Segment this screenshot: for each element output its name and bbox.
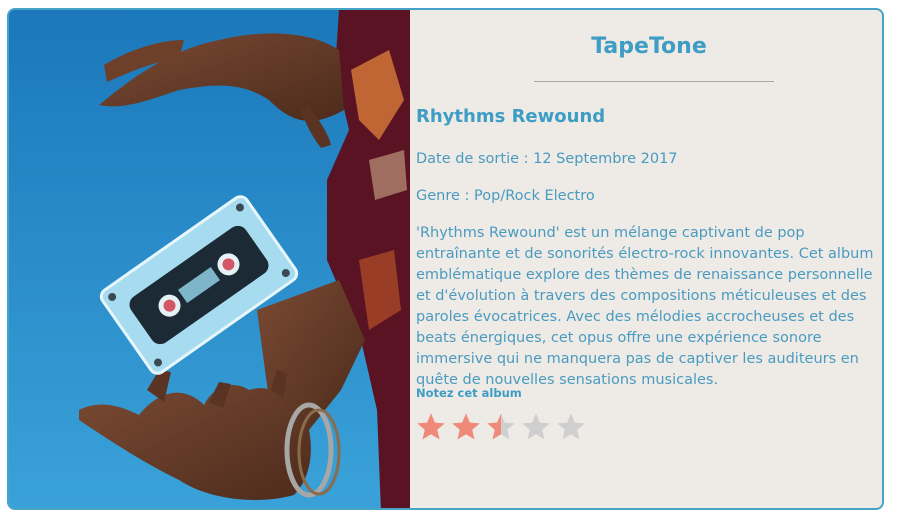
cassette-hands-image xyxy=(9,10,410,508)
title-divider xyxy=(534,81,774,82)
star-rating[interactable] xyxy=(416,412,586,442)
star-icon[interactable] xyxy=(556,412,586,442)
album-photo xyxy=(9,10,410,508)
brand-title: TapeTone xyxy=(591,34,707,59)
album-description: 'Rhythms Rewound' est un mélange captiva… xyxy=(416,225,874,388)
genre: Genre : Pop/Rock Electro xyxy=(416,188,595,204)
star-icon[interactable] xyxy=(486,412,516,442)
star-icon[interactable] xyxy=(451,412,481,442)
album-info: TapeTone Rhythms Rewound Date de sortie … xyxy=(416,10,882,508)
star-icon[interactable] xyxy=(416,412,446,442)
release-date: Date de sortie : 12 Septembre 2017 xyxy=(416,151,678,167)
star-icon[interactable] xyxy=(521,412,551,442)
album-card: TapeTone Rhythms Rewound Date de sortie … xyxy=(7,8,884,510)
album-title: Rhythms Rewound xyxy=(416,106,606,127)
rating-label: Notez cet album xyxy=(416,386,522,400)
